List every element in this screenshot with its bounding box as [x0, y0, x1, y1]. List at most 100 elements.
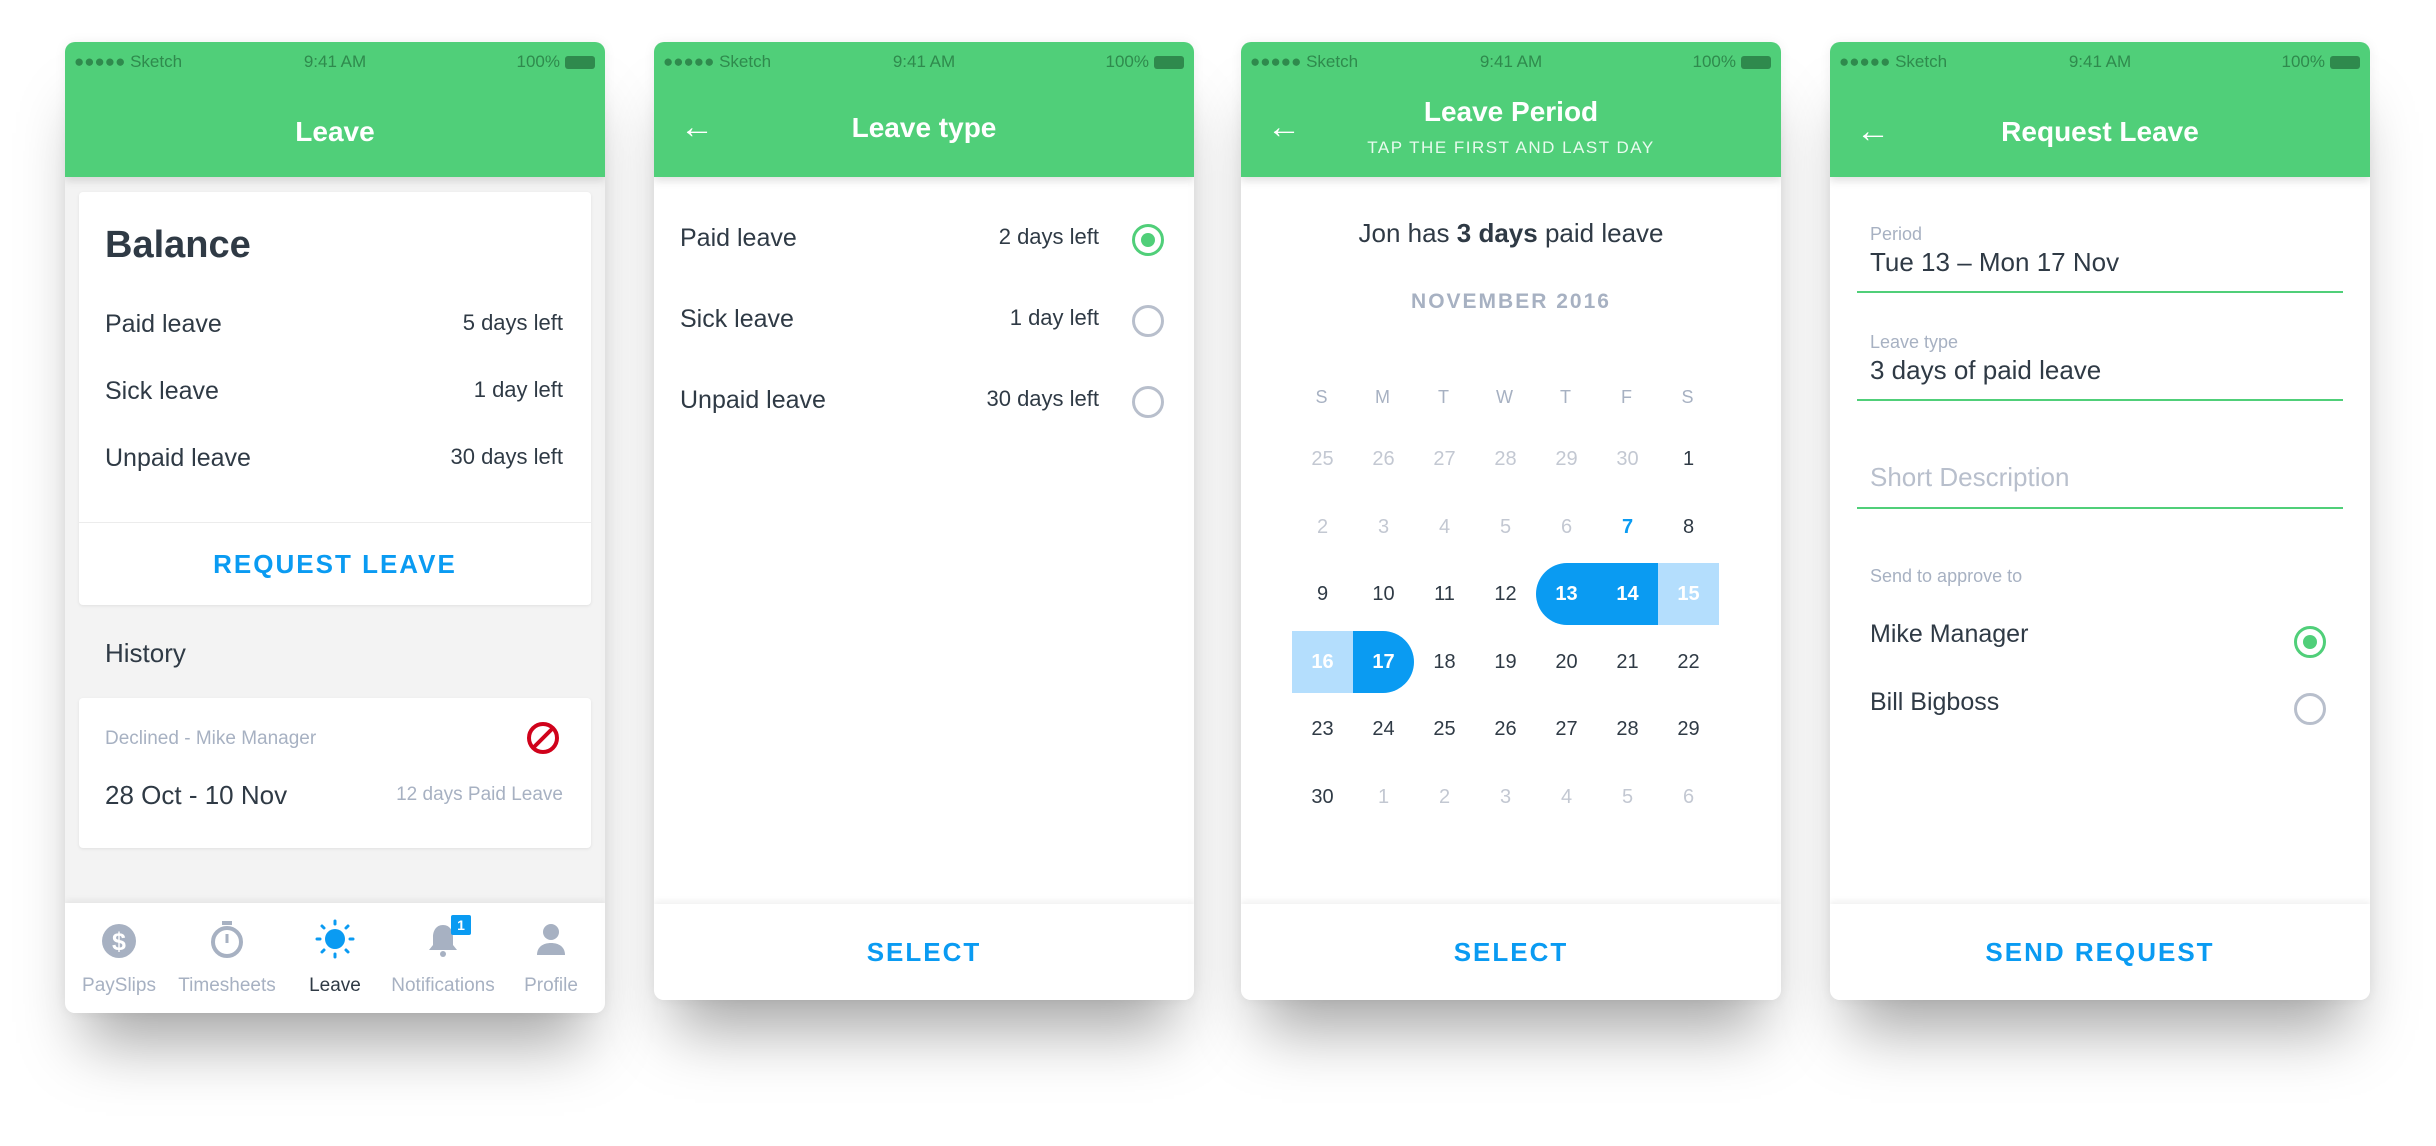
leave-value: 1 day left	[473, 377, 563, 402]
calendar-day[interactable]: 27	[1536, 698, 1597, 760]
battery-icon	[1741, 55, 1771, 69]
battery-status: 100%	[517, 52, 595, 72]
calendar-day[interactable]: 26	[1475, 698, 1536, 760]
battery-percent: 100%	[1105, 52, 1149, 71]
battery-status: 100%	[1693, 52, 1771, 72]
tab-notifications[interactable]: 1 Notifications	[389, 903, 497, 1013]
summary-text: Jon has	[1358, 218, 1457, 248]
calendar-day[interactable]: 22	[1658, 631, 1719, 693]
leave-label: Unpaid leave	[105, 444, 251, 472]
status-bar: ●●●●● Sketch 9:41 AM 100%	[65, 52, 605, 76]
calendar-day[interactable]: 4	[1414, 496, 1475, 558]
weekday-label: F	[1621, 387, 1633, 407]
battery-status: 100%	[2282, 52, 2360, 72]
history-dates: 28 Oct - 10 Nov	[105, 780, 288, 810]
calendar-day[interactable]: 18	[1414, 631, 1475, 693]
dollar-icon: $	[102, 924, 136, 958]
calendar-day[interactable]: 4	[1536, 766, 1597, 828]
leave-value: 5 days left	[462, 310, 563, 335]
field-underline	[1857, 507, 2343, 509]
calendar-day[interactable]: 2	[1414, 766, 1475, 828]
page-subtitle: TAP THE FIRST AND LAST DAY	[1367, 138, 1655, 157]
leave-type-screen: ●●●●● Sketch 9:41 AM 100% ← Leave type P…	[654, 42, 1194, 1000]
tab-label: Leave	[309, 975, 361, 996]
radio[interactable]	[2294, 693, 2326, 725]
weekday-label: M	[1375, 387, 1391, 407]
option-value: 2 days left	[998, 224, 1099, 249]
summary-text: paid leave	[1537, 218, 1664, 248]
approver-name[interactable]: Bill Bigboss	[1870, 688, 1999, 717]
calendar-day[interactable]: 29	[1658, 698, 1719, 760]
declined-icon	[527, 722, 559, 754]
calendar-day[interactable]: 30	[1597, 428, 1658, 490]
calendar-day[interactable]: 30	[1292, 766, 1353, 828]
calendar-day[interactable]: 16	[1292, 630, 1353, 693]
description-placeholder[interactable]: Short Description	[1870, 462, 2069, 493]
calendar-day[interactable]: 5	[1597, 766, 1658, 828]
page-title: Leave Period	[1423, 96, 1599, 127]
option-value: 30 days left	[986, 386, 1099, 411]
tab-label: Profile	[524, 975, 578, 996]
calendar-day[interactable]: 1	[1353, 766, 1414, 828]
page-title: Leave type	[851, 112, 997, 143]
leave-label: Paid leave	[105, 310, 222, 338]
calendar-day[interactable]: 12	[1475, 563, 1536, 625]
calendar-day[interactable]: 25	[1414, 698, 1475, 760]
option-label: Sick leave	[680, 305, 794, 333]
weekday-label: S	[1681, 387, 1695, 407]
history-item[interactable]: Declined - Mike Manager 28 Oct - 10 Nov …	[79, 698, 591, 848]
calendar-day[interactable]: 2	[1292, 496, 1353, 558]
calendar-day[interactable]: 6	[1658, 766, 1719, 828]
calendar-day[interactable]: 6	[1536, 496, 1597, 558]
calendar-day[interactable]: 29	[1536, 428, 1597, 490]
calendar-day[interactable]: 8	[1658, 496, 1719, 558]
tab-label: Notifications	[391, 975, 495, 996]
calendar-day[interactable]: 7	[1597, 496, 1658, 558]
tab-timesheets[interactable]: Timesheets	[173, 903, 281, 1013]
select-button[interactable]: SELECT	[1241, 904, 1781, 1000]
header: ●●●●● Sketch 9:41 AM 100% ← Leave Period…	[1241, 42, 1781, 177]
calendar-day[interactable]: 10	[1353, 563, 1414, 625]
calendar-day[interactable]: 24	[1353, 698, 1414, 760]
calendar-day[interactable]: 5	[1475, 496, 1536, 558]
radio-selected[interactable]	[1132, 224, 1164, 256]
calendar-day[interactable]: 14	[1597, 563, 1658, 625]
period-label: Period	[1870, 224, 1923, 244]
radio[interactable]	[1132, 386, 1164, 418]
calendar-day[interactable]: 27	[1414, 428, 1475, 490]
battery-status: 100%	[1106, 52, 1184, 72]
history-status: Declined - Mike Manager	[105, 728, 317, 749]
weekday-label: T	[1438, 387, 1450, 407]
calendar-day[interactable]: 28	[1597, 698, 1658, 760]
calendar-day[interactable]: 11	[1414, 563, 1475, 625]
calendar-day[interactable]: 20	[1536, 631, 1597, 693]
calendar-day[interactable]: 13	[1536, 563, 1597, 625]
calendar-day[interactable]: 19	[1475, 631, 1536, 693]
request-leave-button[interactable]: REQUEST LEAVE	[79, 523, 591, 605]
select-button[interactable]: SELECT	[654, 904, 1194, 1000]
calendar-day[interactable]: 15	[1658, 563, 1719, 625]
calendar-day[interactable]: 23	[1292, 698, 1353, 760]
radio[interactable]	[1132, 305, 1164, 337]
page-title: Leave	[295, 116, 375, 147]
calendar-day[interactable]: 21	[1597, 631, 1658, 693]
tab-leave[interactable]: Leave	[281, 903, 389, 1013]
calendar-day[interactable]: 1	[1658, 428, 1719, 490]
calendar-day[interactable]: 3	[1475, 766, 1536, 828]
option-label: Unpaid leave	[680, 386, 826, 414]
calendar-day[interactable]: 3	[1353, 496, 1414, 558]
tab-payslips[interactable]: $ PaySlips	[65, 903, 173, 1013]
radio-selected[interactable]	[2294, 626, 2326, 658]
status-bar: ●●●●● Sketch 9:41 AM 100%	[654, 52, 1194, 76]
send-request-button[interactable]: SEND REQUEST	[1830, 904, 2370, 1000]
calendar-day[interactable]: 25	[1292, 428, 1353, 490]
tab-profile[interactable]: Profile	[497, 903, 605, 1013]
calendar-day[interactable]: 26	[1353, 428, 1414, 490]
header: ●●●●● Sketch 9:41 AM 100% ← Leave type	[654, 42, 1194, 177]
summary-days: 3 days	[1456, 218, 1538, 248]
calendar-day[interactable]: 28	[1475, 428, 1536, 490]
calendar-day[interactable]: 9	[1292, 563, 1353, 625]
calendar-day[interactable]: 17	[1353, 630, 1414, 693]
approver-name[interactable]: Mike Manager	[1870, 620, 2028, 649]
page-title: Request Leave	[2001, 116, 2199, 147]
